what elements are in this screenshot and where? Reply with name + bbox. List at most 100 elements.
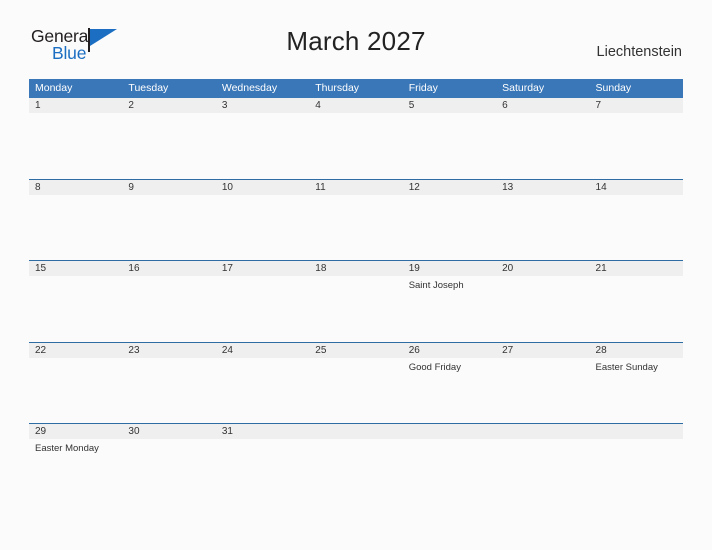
holiday-label: Saint Joseph bbox=[408, 280, 464, 291]
calendar-day-cell[interactable]: 26 Good Friday bbox=[403, 343, 496, 424]
day-events bbox=[35, 276, 122, 280]
day-events bbox=[409, 113, 496, 117]
calendar-day-cell[interactable]: 9 bbox=[122, 180, 215, 261]
calendar-day-cell[interactable]: 12 bbox=[403, 180, 496, 261]
day-events bbox=[222, 439, 309, 443]
day-events bbox=[596, 195, 683, 199]
calendar-day-cell[interactable]: 5 bbox=[403, 98, 496, 179]
calendar-week-row: 22 23 24 25 26 Good Friday 27 28 Easter Sunday bbox=[29, 341, 683, 424]
calendar-day-cell[interactable]: 3 bbox=[216, 98, 309, 179]
calendar-grid: Monday Tuesday Wednesday Thursday Friday… bbox=[29, 79, 683, 505]
weekday-header-monday: Monday bbox=[35, 82, 73, 94]
calendar-day-cell[interactable]: 10 bbox=[216, 180, 309, 261]
day-events bbox=[502, 439, 589, 443]
day-events bbox=[315, 358, 402, 362]
calendar-page: General Blue March 2027 Liechtenstein Mo… bbox=[0, 0, 712, 550]
day-events bbox=[596, 276, 683, 280]
calendar-day-cell[interactable]: 14 bbox=[590, 180, 683, 261]
day-number: 7 bbox=[595, 100, 602, 111]
week-cells: 15 16 17 18 19 Saint Joseph 20 21 bbox=[29, 261, 683, 342]
day-number: 15 bbox=[35, 263, 47, 274]
calendar-day-cell[interactable]: 30 bbox=[122, 424, 215, 505]
week-cells: 29 Easter Monday 30 31 bbox=[29, 424, 683, 505]
day-number: 8 bbox=[35, 181, 41, 193]
calendar-day-cell[interactable]: 16 bbox=[122, 261, 215, 342]
calendar-day-cell[interactable]: 22 bbox=[29, 343, 122, 424]
day-number bbox=[502, 424, 589, 439]
day-number: 31 bbox=[221, 426, 233, 437]
day-number: 2 bbox=[128, 100, 134, 111]
calendar-day-cell[interactable]: 23 bbox=[122, 343, 215, 424]
day-events bbox=[128, 439, 215, 443]
calendar-day-cell[interactable]: 8 bbox=[29, 180, 122, 261]
calendar-day-cell[interactable]: 19 Saint Joseph bbox=[403, 261, 496, 342]
calendar-day-cell[interactable]: 6 bbox=[496, 98, 589, 179]
calendar-week-row: 15 16 17 18 19 Saint Joseph 20 21 bbox=[29, 260, 683, 342]
calendar-day-cell-empty bbox=[496, 424, 589, 505]
calendar-day-cell[interactable]: 17 bbox=[216, 261, 309, 342]
calendar-day-cell[interactable]: 13 bbox=[496, 180, 589, 261]
day-events bbox=[128, 195, 215, 199]
day-events: Good Friday bbox=[409, 358, 496, 374]
day-number: 5 bbox=[408, 100, 415, 111]
calendar-week-row: 1 2 3 4 5 6 7 bbox=[29, 98, 683, 179]
day-events: Saint Joseph bbox=[409, 276, 496, 292]
day-number: 18 bbox=[315, 263, 327, 274]
weekday-header-sunday: Sunday bbox=[595, 82, 632, 94]
day-events bbox=[502, 358, 589, 362]
week-cells: 22 23 24 25 26 Good Friday 27 28 Easter Sunday bbox=[29, 343, 683, 424]
day-number bbox=[409, 424, 496, 439]
day-events: Easter Sunday bbox=[596, 358, 683, 374]
day-number: 29 bbox=[35, 426, 47, 437]
calendar-day-cell-empty bbox=[403, 424, 496, 505]
day-events bbox=[35, 358, 122, 362]
calendar-day-cell[interactable]: 15 bbox=[29, 261, 122, 342]
day-events bbox=[596, 113, 683, 117]
calendar-day-cell[interactable]: 27 bbox=[496, 343, 589, 424]
calendar-day-cell[interactable]: 24 bbox=[216, 343, 309, 424]
day-number: 17 bbox=[221, 263, 233, 274]
calendar-day-cell[interactable]: 21 bbox=[590, 261, 683, 342]
day-number: 3 bbox=[221, 100, 228, 111]
calendar-day-cell[interactable]: 2 bbox=[122, 98, 215, 179]
day-number: 19 bbox=[408, 263, 420, 274]
day-number: 26 bbox=[408, 344, 420, 356]
day-events bbox=[128, 113, 215, 117]
day-number: 28 bbox=[595, 344, 607, 356]
weekday-header-thursday: Thursday bbox=[315, 82, 360, 94]
calendar-day-cell[interactable]: 18 bbox=[309, 261, 402, 342]
calendar-day-cell[interactable]: 4 bbox=[309, 98, 402, 179]
day-events bbox=[502, 113, 589, 117]
weekday-header-friday: Friday bbox=[408, 82, 438, 94]
day-number bbox=[596, 424, 683, 439]
holiday-label: Good Friday bbox=[408, 361, 461, 373]
day-events bbox=[222, 113, 309, 117]
day-events bbox=[222, 195, 309, 199]
calendar-day-cell[interactable]: 20 bbox=[496, 261, 589, 342]
day-number: 27 bbox=[502, 344, 514, 356]
day-number: 1 bbox=[35, 100, 41, 111]
calendar-day-cell-empty bbox=[309, 424, 402, 505]
day-number: 20 bbox=[502, 263, 514, 274]
day-number: 30 bbox=[128, 426, 140, 437]
calendar-day-cell[interactable]: 1 bbox=[29, 98, 122, 179]
day-number: 9 bbox=[128, 181, 134, 193]
day-events bbox=[128, 276, 215, 280]
calendar-day-cell[interactable]: 7 bbox=[590, 98, 683, 179]
calendar-day-cell[interactable]: 25 bbox=[309, 343, 402, 424]
weekday-header-saturday: Saturday bbox=[502, 82, 545, 94]
day-number: 22 bbox=[35, 344, 47, 356]
calendar-day-cell[interactable]: 28 Easter Sunday bbox=[590, 343, 683, 424]
weekday-header-tuesday: Tuesday bbox=[128, 82, 169, 94]
day-events bbox=[596, 439, 683, 443]
day-events bbox=[222, 358, 309, 362]
day-number: 13 bbox=[502, 181, 514, 193]
day-events: Easter Monday bbox=[35, 439, 122, 455]
calendar-day-cell[interactable]: 11 bbox=[309, 180, 402, 261]
day-events bbox=[315, 439, 402, 443]
day-number: 6 bbox=[502, 100, 508, 111]
day-number: 14 bbox=[595, 181, 607, 193]
holiday-label: Easter Sunday bbox=[595, 361, 658, 373]
calendar-day-cell[interactable]: 31 bbox=[216, 424, 309, 505]
calendar-day-cell[interactable]: 29 Easter Monday bbox=[29, 424, 122, 505]
